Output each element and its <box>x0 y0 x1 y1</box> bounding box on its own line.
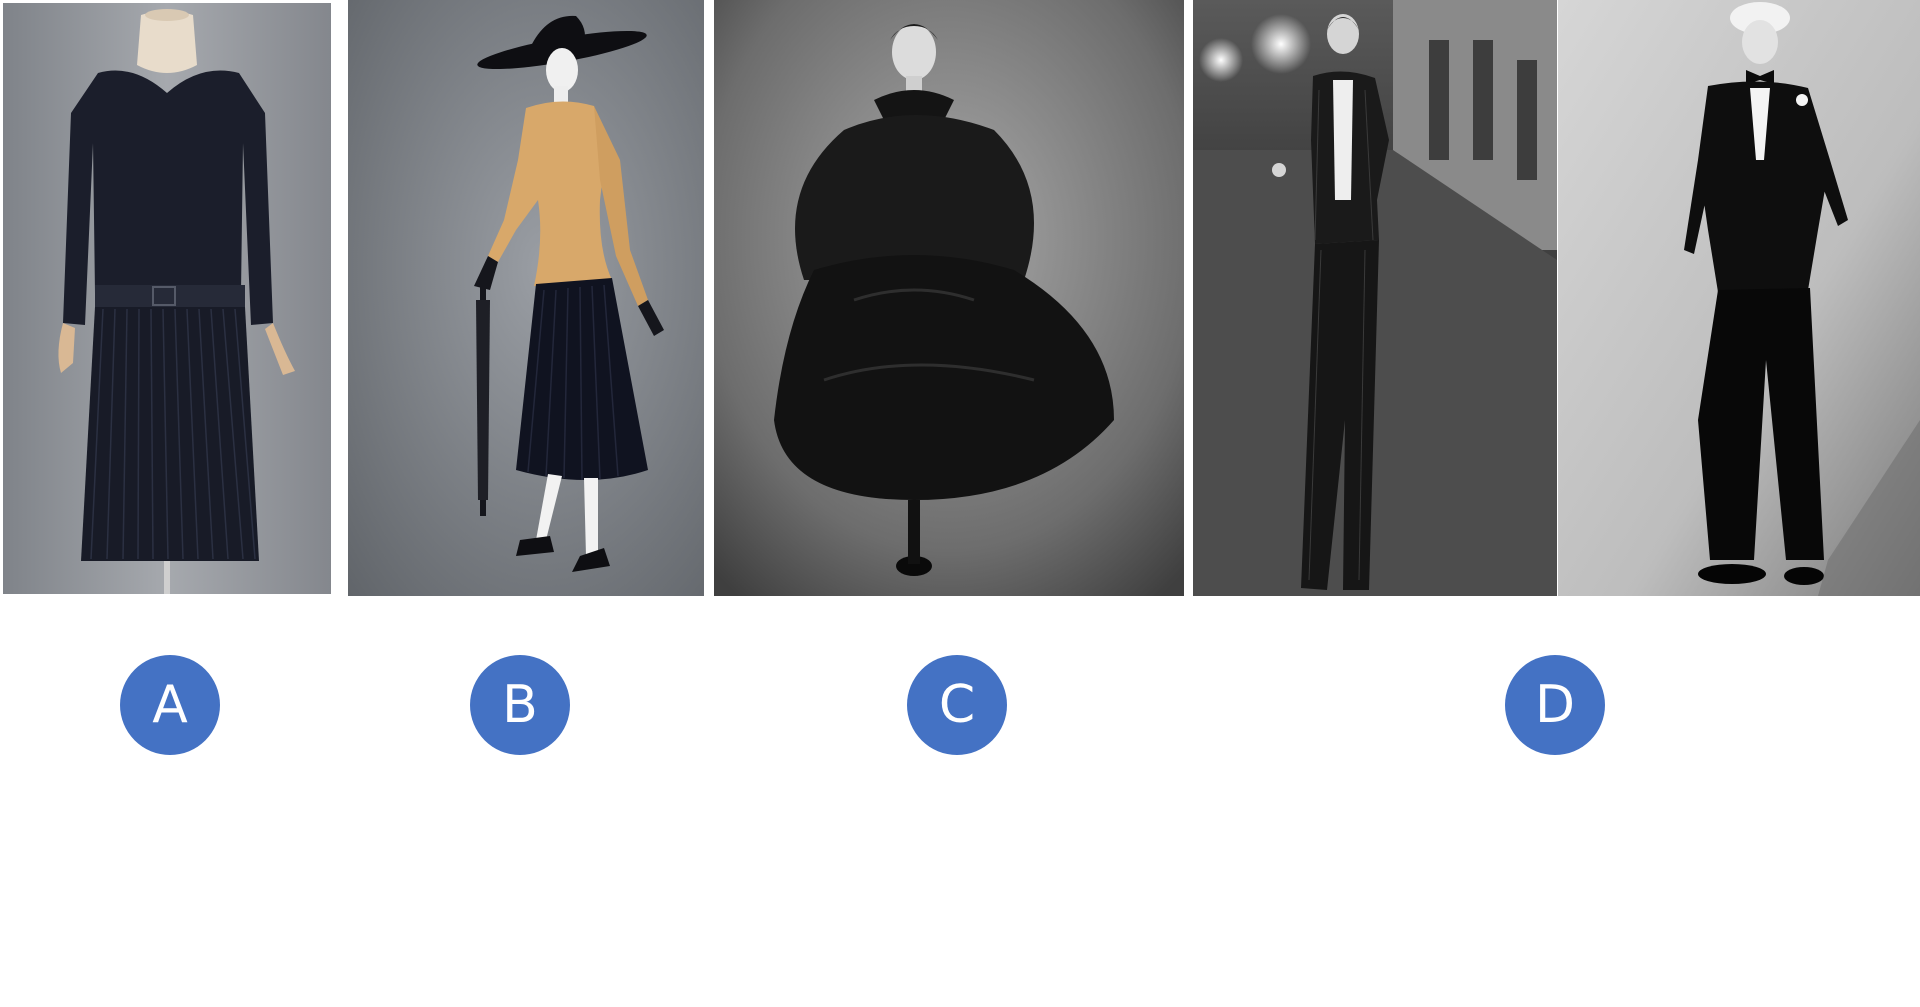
photo-b-illustration <box>348 0 704 596</box>
label-badge-d: D <box>1505 655 1605 755</box>
photo-d-street-illustration <box>1193 0 1557 596</box>
photo-d-tuxedo <box>1558 0 1920 596</box>
label-badge-b: B <box>470 655 570 755</box>
photo-c-balloon-gown <box>714 0 1184 596</box>
photo-b-bar-suit <box>348 0 704 596</box>
photo-a-illustration <box>3 3 331 594</box>
label-badge-a: A <box>120 655 220 755</box>
label-badge-c: C <box>907 655 1007 755</box>
photo-a-dress-form <box>3 3 331 594</box>
photo-d-street-suit <box>1193 0 1557 596</box>
photo-d-tuxedo-illustration <box>1558 0 1920 596</box>
photo-c-illustration <box>714 0 1184 596</box>
